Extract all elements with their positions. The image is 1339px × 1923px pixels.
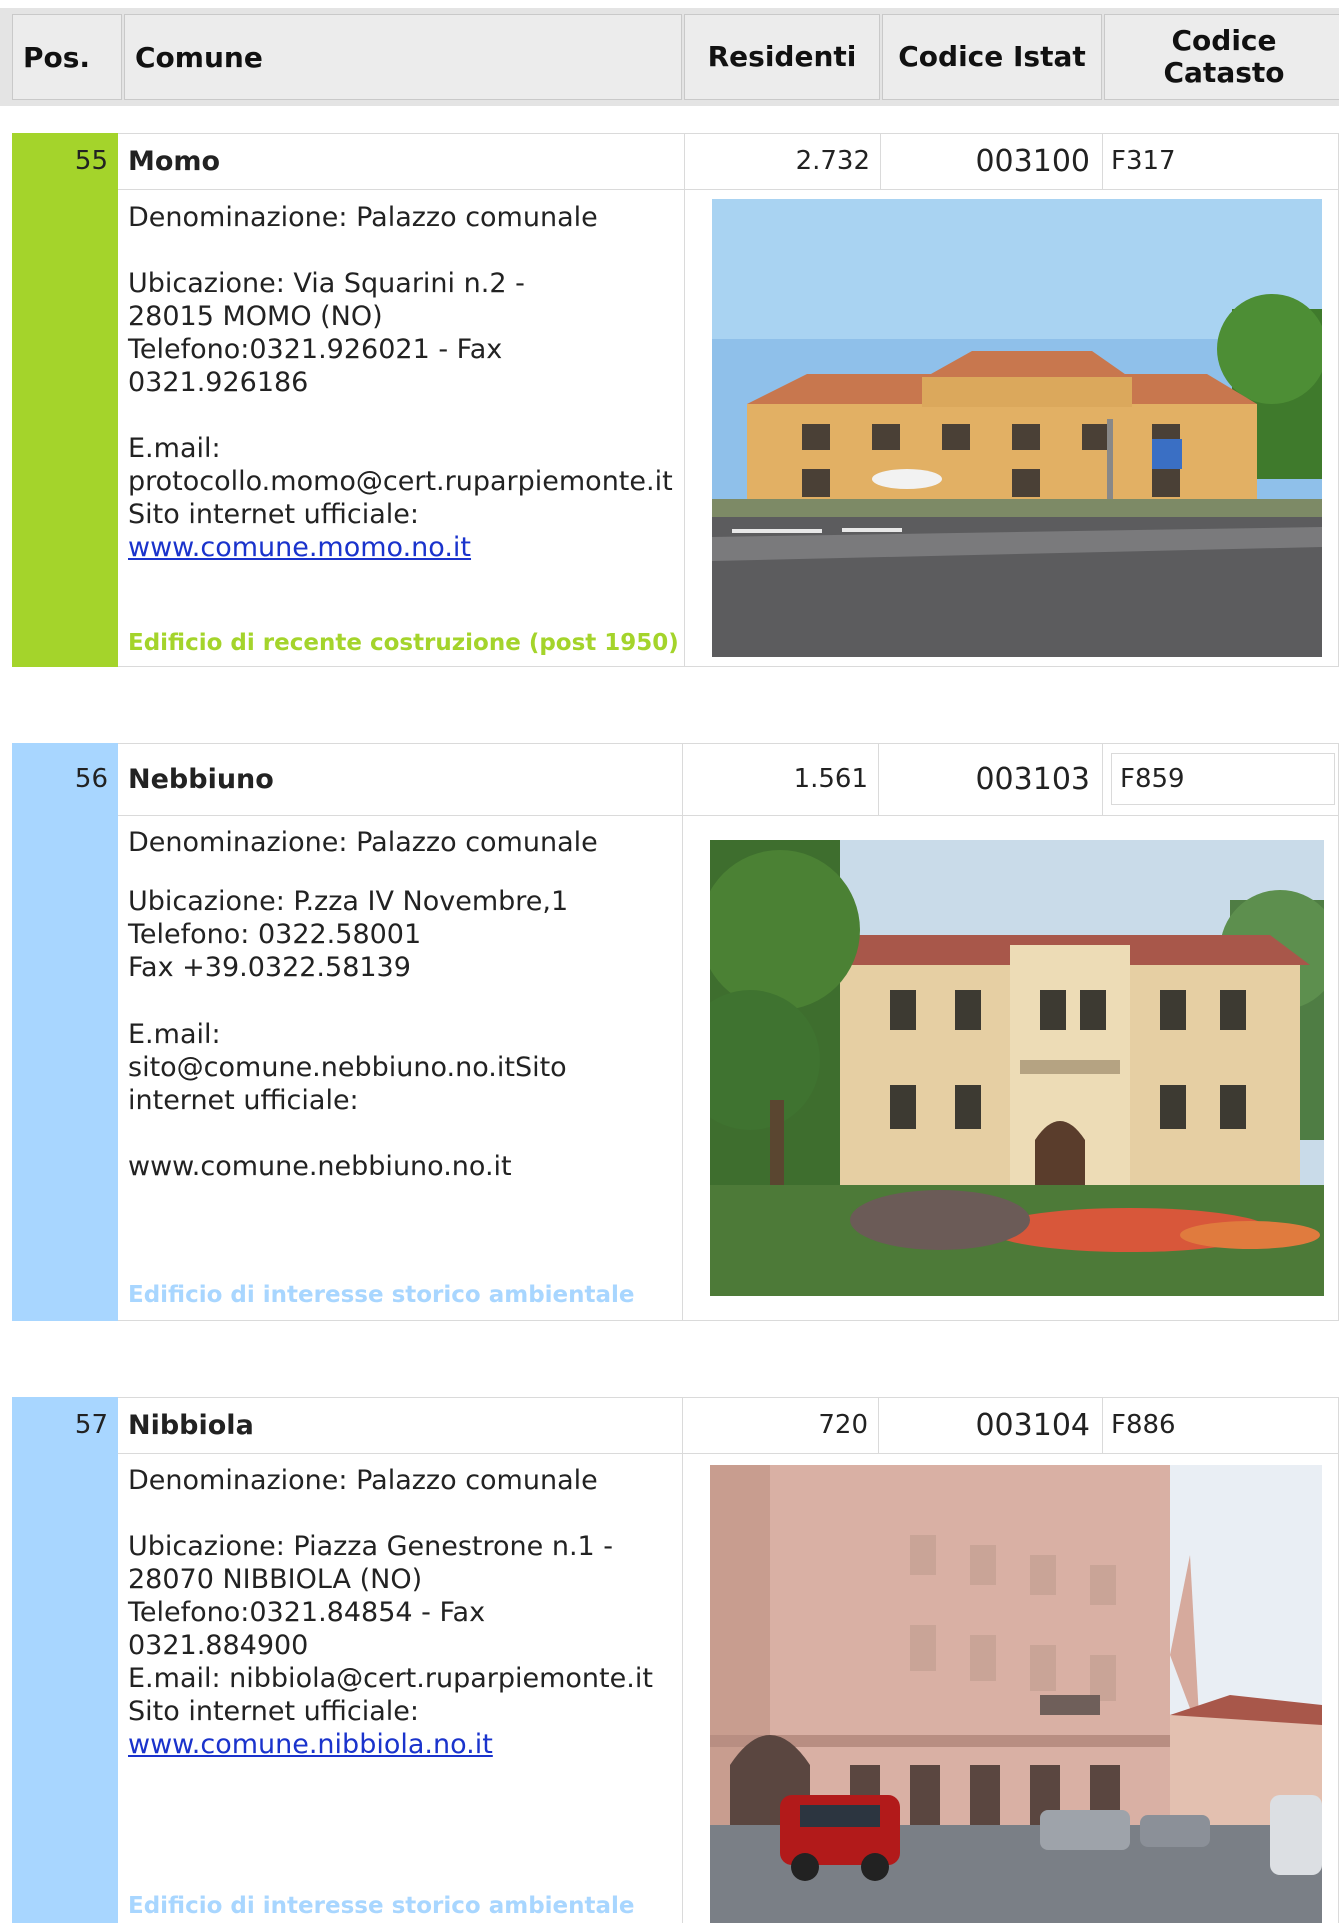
header-codice-istat: Codice Istat [882,14,1102,100]
town-hall-photo [712,199,1322,657]
header-comune: Comune [124,14,682,100]
comune-name: Nebbiuno [128,763,274,795]
denominazione-text: Denominazione: Palazzo comunale [128,202,598,233]
website-link[interactable]: www.comune.nibbiola.no.it [128,1728,493,1761]
denominazione-text: Denominazione: Palazzo comunale [128,827,598,858]
ubicazione-text: Ubicazione: Piazza Genestrone n.1 - 2807… [128,1531,653,1727]
catasto-code: F859 [1102,743,1339,815]
pos-number: 57 [74,1410,108,1440]
comune-name: Momo [128,145,221,177]
catasto-code-box: F859 [1111,753,1335,805]
comune-name: Nibbiola [128,1409,254,1441]
catasto-code: F886 [1102,1397,1339,1453]
category-bar [12,133,118,667]
town-hall-photo [710,840,1324,1296]
website-link[interactable]: www.comune.momo.no.it [128,531,471,564]
building-category-label: Edificio di interesse storico ambientale [128,1282,635,1308]
denominazione-text: Denominazione: Palazzo comunale [128,1465,598,1496]
istat-code: 003103 [878,743,1102,815]
row-divider [118,1453,1339,1454]
website-text: www.comune.nebbiuno.no.it [128,1151,512,1182]
row-divider [118,815,1339,816]
town-hall-photo [710,1465,1322,1923]
email-text: E.mail: protocollo.momo@cert.ruparpiemon… [128,433,673,530]
header-codice-catasto: Codice Catasto [1104,14,1339,100]
header-residenti: Residenti [684,14,880,100]
ubicazione-text: Ubicazione: Via Squarini n.2 - 28015 MOM… [128,268,525,398]
pos-number: 55 [74,146,108,176]
residents-value: 720 [682,1397,878,1453]
catasto-code: F317 [1102,133,1339,189]
row-divider [118,189,1339,190]
category-bar [12,743,118,1321]
pos-number: 56 [74,764,108,794]
category-bar [12,1397,118,1923]
ubicazione-text: Ubicazione: P.zza IV Novembre,1 Telefono… [128,886,569,983]
header-pos: Pos. [12,14,122,100]
istat-code: 003104 [878,1397,1102,1453]
residents-value: 2.732 [684,133,880,189]
residents-value: 1.561 [682,743,878,815]
istat-code: 003100 [880,133,1102,189]
building-category-label: Edificio di interesse storico ambientale [128,1893,635,1919]
column-divider [684,189,685,667]
building-category-label: Edificio di recente costruzione (post 19… [128,630,679,656]
email-text: E.mail: sito@comune.nebbiuno.no.itSito i… [128,1019,567,1116]
